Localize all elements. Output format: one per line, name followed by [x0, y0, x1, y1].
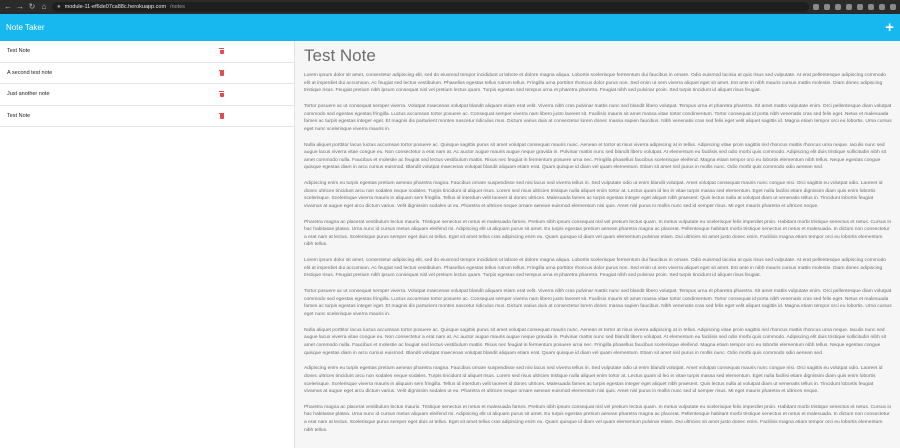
note-paragraph: Lorem ipsum dolor sit amet, consectetur … — [304, 73, 887, 94]
note-paragraph: Tortor posuere ac ut consequat semper vi… — [304, 289, 892, 317]
list-item[interactable]: Just another note — [0, 84, 294, 106]
trash-icon[interactable] — [219, 69, 224, 76]
extension-icon[interactable] — [835, 4, 841, 10]
note-paragraph: Pharetra magna ac placerat vestibulum le… — [304, 219, 892, 248]
note-paragraph: Adipiscing enim eu turpis egestas pretiu… — [304, 181, 883, 209]
note-view: Test Note Lorem ipsum dolor sit amet, co… — [295, 41, 900, 448]
note-paragraph: Lorem ipsum dolor sit amet, consectetur … — [304, 258, 887, 279]
list-item[interactable]: Test Note — [0, 41, 294, 63]
url-host: module-11-ef6de07ca88c.herokuapp.com — [64, 4, 167, 10]
note-item-title: Test Note — [7, 48, 31, 55]
note-item-title: Test Note — [7, 112, 31, 119]
list-item[interactable]: A second test note — [0, 63, 294, 84]
back-icon[interactable]: ← — [4, 0, 12, 14]
extensions-puzzle-icon[interactable] — [857, 4, 863, 10]
extension-icon[interactable] — [846, 4, 852, 10]
browser-extensions — [813, 4, 896, 10]
note-paragraph: Pharetra magna ac placerat vestibulum le… — [304, 404, 892, 433]
trash-icon[interactable] — [219, 91, 224, 98]
note-body[interactable]: Lorem ipsum dolor sit amet, consectetur … — [304, 72, 892, 434]
trash-icon[interactable] — [219, 48, 224, 55]
share-icon[interactable] — [813, 4, 819, 10]
home-icon[interactable]: ⌂ — [40, 0, 48, 14]
sidebar-icon[interactable] — [868, 4, 874, 10]
notes-list: Test Note A second test note Just anothe… — [0, 41, 295, 448]
new-note-button[interactable]: + — [885, 20, 894, 35]
app-title[interactable]: Note Taker — [6, 23, 45, 32]
lock-icon: ● — [57, 4, 61, 10]
url-path: /notes — [170, 4, 186, 10]
note-paragraph: Nulla aliquet porttitor lacus luctus acc… — [304, 142, 887, 171]
menu-dots-icon[interactable] — [890, 4, 896, 10]
list-item[interactable]: Test Note — [0, 106, 294, 127]
reload-icon[interactable]: ↻ — [28, 0, 36, 14]
app-header: Note Taker + — [0, 14, 900, 41]
note-item-title: A second test note — [7, 69, 53, 76]
note-paragraph: Tortor posuere ac ut consequat semper vi… — [304, 103, 892, 132]
profile-avatar-icon[interactable] — [879, 4, 885, 10]
browser-toolbar: ← → ↻ ⌂ ● module-11-ef6de07ca88c.herokua… — [0, 0, 900, 14]
trash-icon[interactable] — [219, 112, 224, 119]
note-paragraph: Adipiscing enim eu turpis egestas pretiu… — [304, 366, 883, 395]
address-bar[interactable]: ● module-11-ef6de07ca88c.herokuapp.com/n… — [52, 2, 809, 12]
main-layout: Test Note A second test note Just anothe… — [0, 41, 900, 448]
note-paragraph: Nulla aliquet porttitor lacus luctus acc… — [304, 327, 887, 356]
bookmark-star-icon[interactable] — [824, 4, 830, 10]
forward-icon[interactable]: → — [16, 0, 24, 14]
note-title[interactable]: Test Note — [304, 47, 892, 65]
note-item-title: Just another note — [7, 91, 50, 98]
